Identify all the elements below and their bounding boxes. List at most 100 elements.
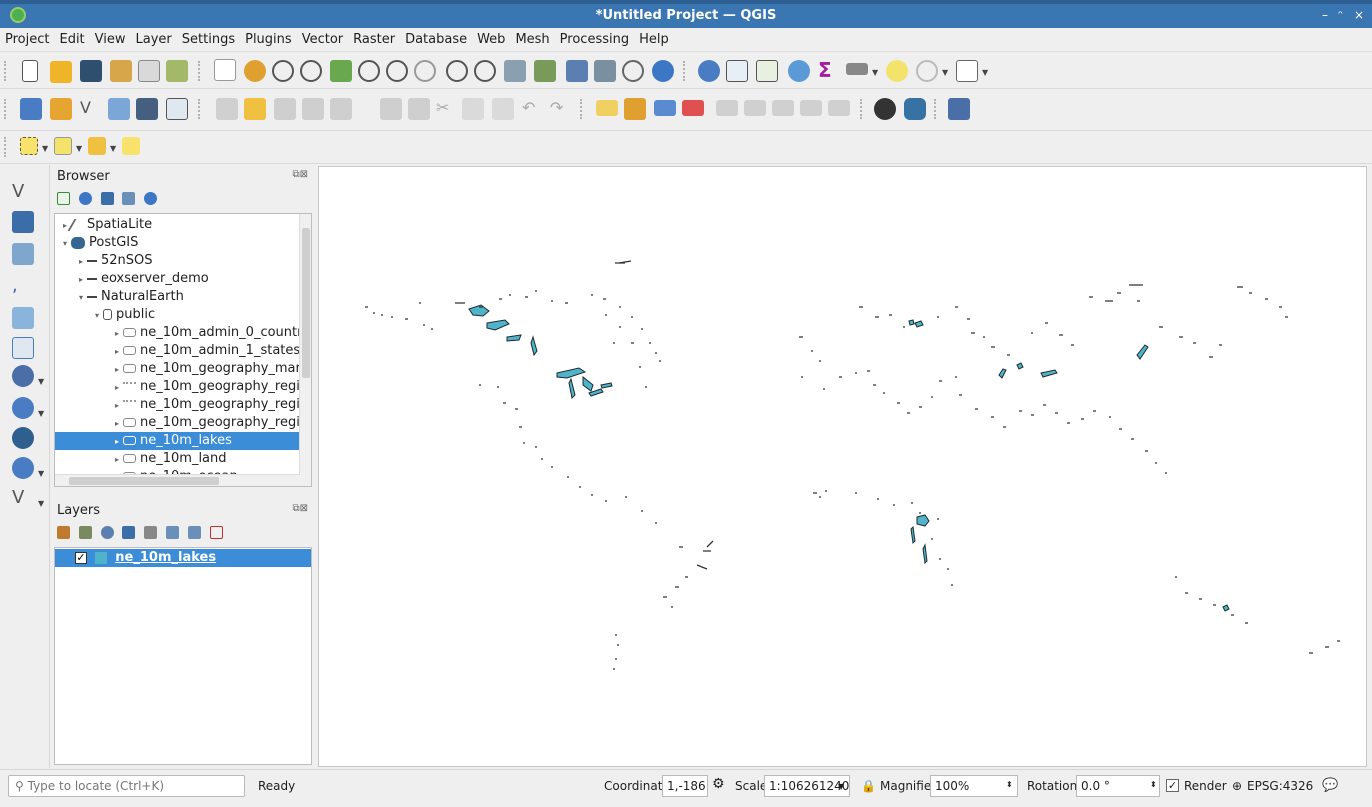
collapse-all-icon[interactable] <box>187 526 201 539</box>
minimize-button[interactable]: – <box>1322 8 1328 22</box>
scroll-thumb[interactable] <box>69 477 219 485</box>
expand-arrow-icon[interactable]: ▸ <box>75 253 87 270</box>
toggle-extents-icon[interactable]: ⚙ <box>712 776 725 792</box>
menu-edit[interactable]: Edit <box>54 28 89 47</box>
label-tool-icon[interactable] <box>596 100 618 116</box>
tree-item-layer[interactable]: ▸ ne_10m_geography_regi <box>55 396 300 414</box>
toolbar-grip[interactable] <box>683 61 686 81</box>
zoom-full-icon[interactable] <box>330 60 352 82</box>
add-spatialite-icon[interactable] <box>108 98 130 120</box>
statistics-sigma-icon[interactable]: Σ <box>818 59 840 81</box>
zoom-next-icon[interactable] <box>474 60 496 82</box>
layer-symbol-swatch[interactable] <box>95 551 108 564</box>
panel-float-close-icon[interactable]: ⧉⊠ <box>292 169 308 180</box>
refresh-icon[interactable] <box>78 192 92 205</box>
spinbox-arrows-icon[interactable]: ⬍ <box>1006 780 1013 789</box>
coordinate-field[interactable]: 1,-186 <box>662 775 708 797</box>
tree-item-spatialite[interactable]: ▸ SpatiaLite <box>55 216 300 234</box>
tree-item-52nsos[interactable]: ▸ 52nSOS <box>55 252 300 270</box>
add-virtual-layer-icon[interactable] <box>12 337 34 359</box>
crs-globe-icon[interactable]: ⊕ <box>1232 779 1242 793</box>
locator-search-input[interactable]: ⚲ Type to locate (Ctrl+K) <box>8 775 245 797</box>
expand-arrow-icon[interactable]: ▸ <box>111 433 123 450</box>
filter-expression-icon[interactable] <box>144 526 158 539</box>
close-button[interactable]: × <box>1354 8 1364 22</box>
vertex-tool-icon[interactable] <box>330 98 352 120</box>
chevron-down-icon[interactable]: ▼ <box>76 144 82 153</box>
menu-database[interactable]: Database <box>400 28 472 47</box>
plugin-globe-icon[interactable] <box>874 98 896 120</box>
text-annotation-icon[interactable] <box>956 60 978 82</box>
change-label-icon[interactable] <box>772 100 794 116</box>
expand-arrow-icon[interactable]: ▸ <box>111 415 123 432</box>
expand-arrow-icon[interactable]: ▾ <box>59 235 71 252</box>
maximize-button[interactable]: ᵔ <box>1338 8 1343 22</box>
tree-item-layer[interactable]: ▸ ne_10m_land <box>55 450 300 468</box>
field-calculator-icon[interactable] <box>756 60 778 82</box>
add-layer-icon[interactable] <box>20 98 42 120</box>
collapse-all-icon[interactable] <box>122 192 136 205</box>
add-raster-layer-icon[interactable] <box>12 211 34 233</box>
menu-web[interactable]: Web <box>472 28 510 47</box>
toolbar-grip[interactable] <box>4 137 7 157</box>
add-delimited-text-icon[interactable]: , <box>12 275 34 297</box>
chevron-down-icon[interactable]: ▼ <box>110 144 116 153</box>
add-spatialite-layer-icon[interactable] <box>12 307 34 329</box>
toolbar-grip[interactable] <box>4 61 7 81</box>
show-bookmarks-icon[interactable] <box>566 60 588 82</box>
tree-item-layer[interactable]: ▸ ne_10m_geography_regi <box>55 378 300 396</box>
zoom-last-icon[interactable] <box>446 60 468 82</box>
toolbar-grip[interactable] <box>580 99 583 119</box>
refresh-icon[interactable] <box>652 60 674 82</box>
clock-icon[interactable] <box>622 60 644 82</box>
chevron-down-icon[interactable]: ▼ <box>838 782 844 791</box>
tree-item-eoxserver[interactable]: ▸ eoxserver_demo <box>55 270 300 288</box>
tree-item-layer[interactable]: ▸ ne_10m_geography_mar <box>55 360 300 378</box>
measure-icon[interactable] <box>846 63 868 75</box>
toolbar-grip[interactable] <box>198 61 201 81</box>
pin-labels-icon[interactable] <box>654 100 676 116</box>
cut-features-icon[interactable]: ✂ <box>436 98 458 120</box>
add-group-icon[interactable] <box>78 526 92 539</box>
label-callout-icon[interactable] <box>828 100 850 116</box>
add-postgis-layer-icon[interactable] <box>12 365 34 387</box>
temporal-controller-icon[interactable] <box>594 60 616 82</box>
processing-toolbox-icon[interactable] <box>788 60 810 82</box>
add-wms-icon[interactable] <box>136 98 158 120</box>
browser-vertical-scrollbar[interactable] <box>299 214 311 486</box>
panel-float-close-icon[interactable]: ⧉⊠ <box>292 503 308 514</box>
menu-vector[interactable]: Vector <box>297 28 348 47</box>
spinbox-arrows-icon[interactable]: ⬍ <box>1150 780 1157 789</box>
python-console-icon[interactable] <box>904 98 926 120</box>
select-rectangle-icon[interactable] <box>20 137 38 155</box>
help-icon[interactable] <box>948 98 970 120</box>
expand-arrow-icon[interactable]: ▸ <box>75 271 87 288</box>
menu-settings[interactable]: Settings <box>177 28 240 47</box>
add-selected-icon[interactable] <box>57 192 70 205</box>
expand-arrow-icon[interactable]: ▸ <box>111 343 123 360</box>
expand-arrow-icon[interactable]: ▾ <box>75 289 87 306</box>
select-location-icon[interactable] <box>122 137 140 155</box>
label-properties-icon[interactable] <box>800 100 822 116</box>
style-manager-icon[interactable] <box>166 60 188 82</box>
current-edits-icon[interactable] <box>216 98 238 120</box>
redo-icon[interactable]: ↷ <box>550 98 572 120</box>
zoom-native-icon[interactable] <box>414 60 436 82</box>
select-by-value-icon[interactable] <box>54 137 72 155</box>
browser-horizontal-scrollbar[interactable] <box>55 474 300 486</box>
new-layer-icon[interactable]: V <box>12 487 34 509</box>
tree-item-layer[interactable]: ▸ ne_10m_admin_1_states_ <box>55 342 300 360</box>
scroll-thumb[interactable] <box>302 228 310 378</box>
add-wms-layer-icon[interactable] <box>12 397 34 419</box>
expand-arrow-icon[interactable]: ▸ <box>111 397 123 414</box>
messages-icon[interactable]: 💬 <box>1322 778 1338 793</box>
move-label-icon[interactable] <box>716 100 738 116</box>
menu-plugins[interactable]: Plugins <box>240 28 297 47</box>
lock-scale-icon[interactable]: 🔒 <box>861 779 876 793</box>
chevron-down-icon[interactable]: ▼ <box>982 68 988 77</box>
toolbar-grip[interactable] <box>860 99 863 119</box>
map-lakes-rendering[interactable] <box>319 167 1368 768</box>
save-as-icon[interactable] <box>110 60 132 82</box>
rotation-spinbox[interactable]: 0.0 ° <box>1076 775 1160 797</box>
spatial-bookmark-icon[interactable] <box>534 60 556 82</box>
